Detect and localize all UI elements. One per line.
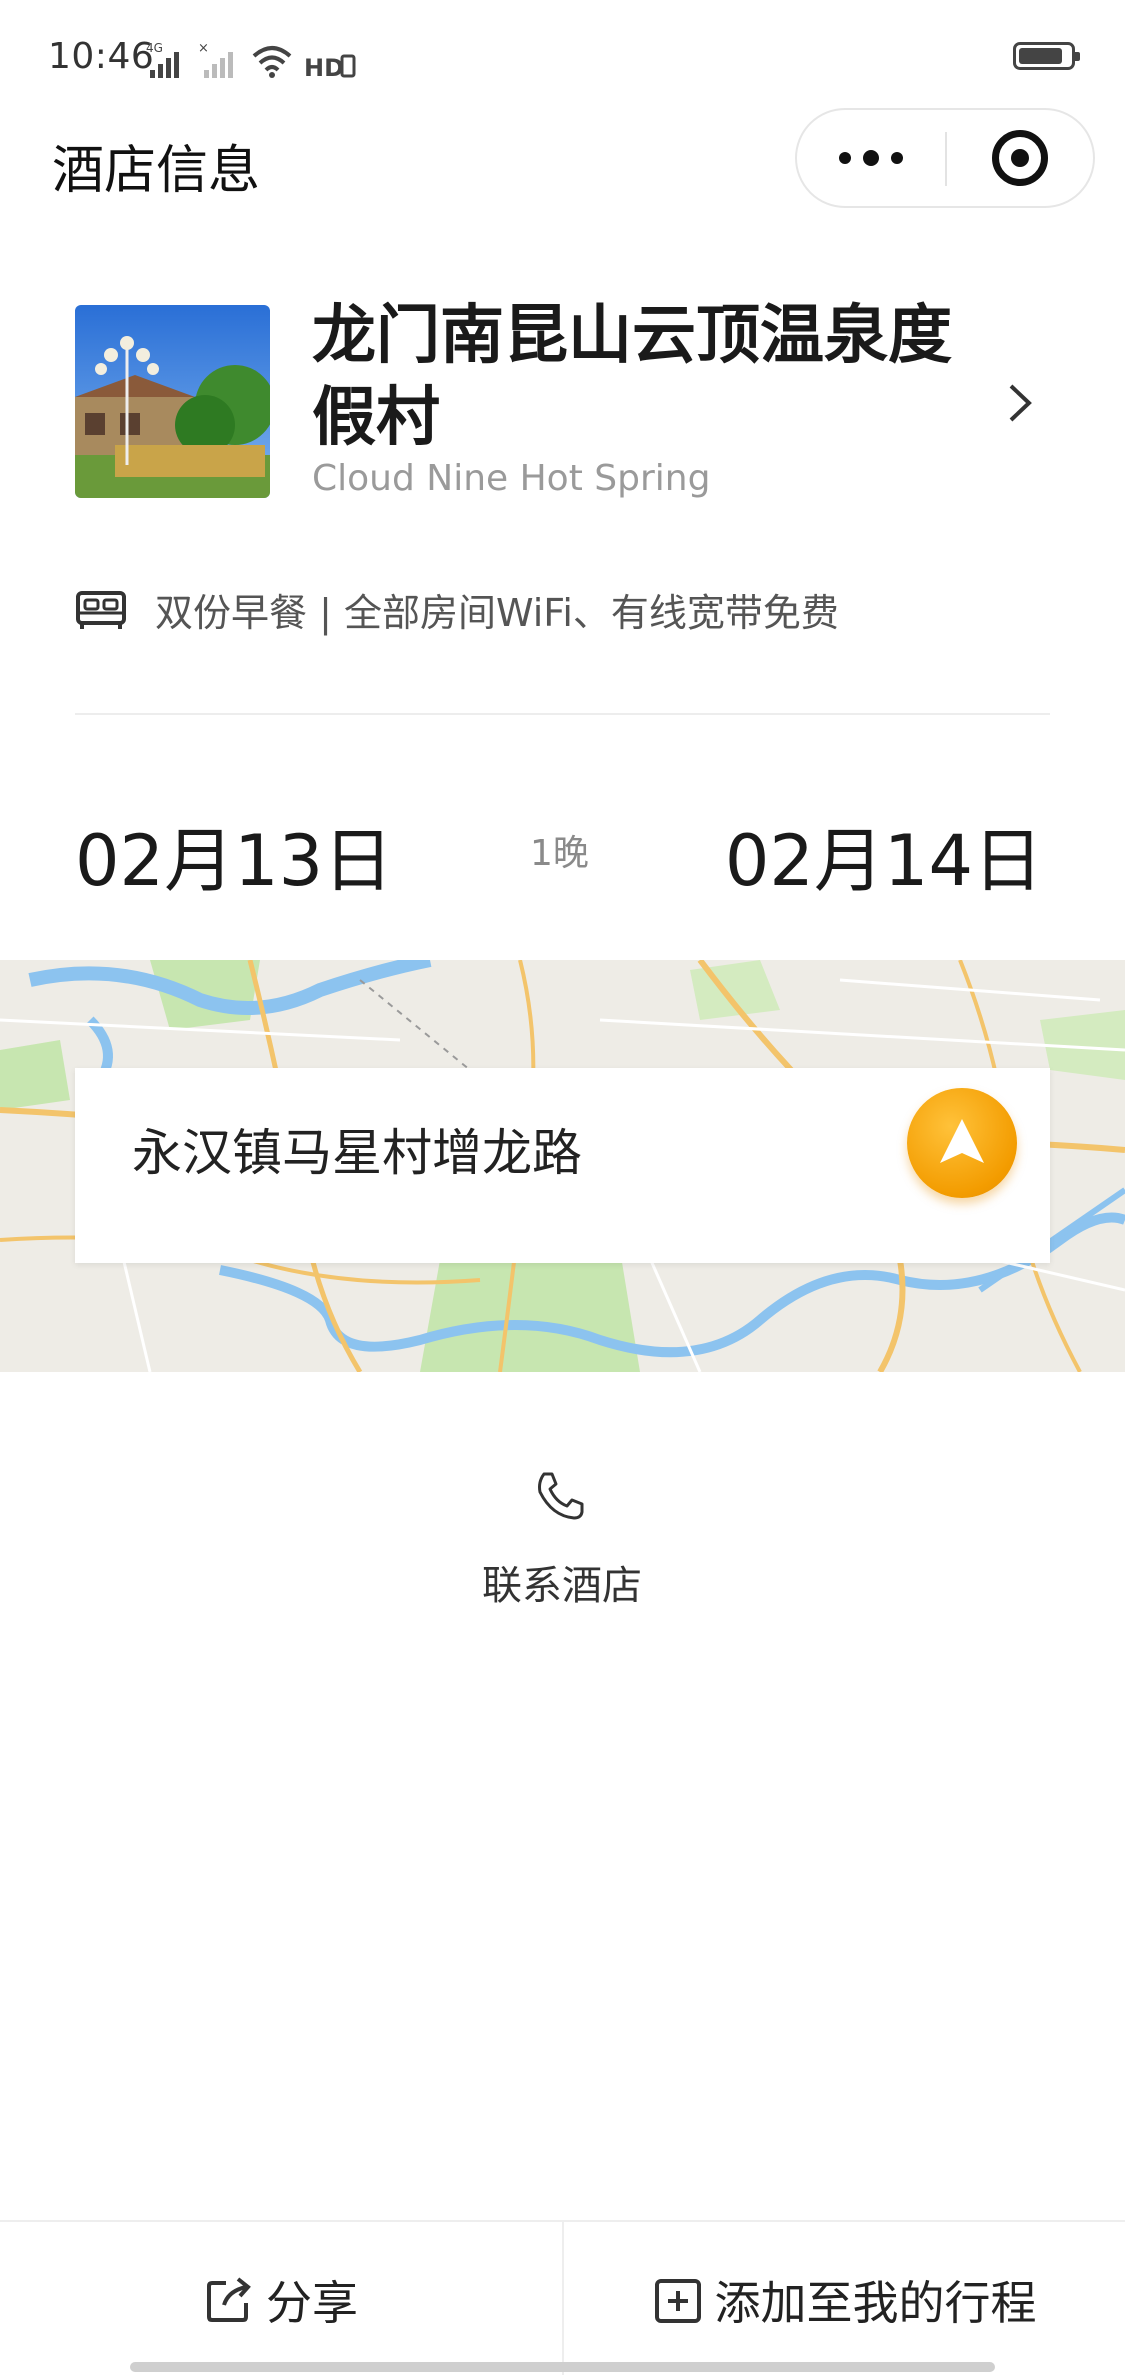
svg-text:×: × — [198, 41, 209, 56]
status-time: 10:46 — [48, 36, 155, 77]
hd-icon: HD — [304, 40, 358, 80]
signal-empty-icon: × — [198, 40, 240, 80]
wifi-icon — [250, 40, 294, 80]
location-map[interactable]: 永汉镇马星村增龙路 — [0, 960, 1125, 1372]
check-in-date: 02月13日 — [75, 820, 394, 902]
check-out-date: 02月14日 — [724, 820, 1043, 902]
home-indicator[interactable] — [130, 2362, 995, 2372]
add-to-itinerary-label: 添加至我的行程 — [714, 2275, 1037, 2330]
contact-hotel-button[interactable]: 联系酒店 — [462, 1468, 662, 1609]
page-title: 酒店信息 — [52, 141, 261, 201]
navigation-arrow-icon — [940, 1119, 984, 1163]
more-dot-icon — [839, 152, 851, 164]
add-square-icon — [653, 2275, 703, 2325]
battery-icon — [1013, 42, 1080, 70]
share-button[interactable]: 分享 — [0, 2222, 562, 2375]
section-divider — [75, 713, 1050, 715]
close-mini-program-button[interactable] — [947, 110, 1093, 206]
nights-count: 1晚 — [530, 833, 589, 874]
chevron-right-icon[interactable] — [1005, 378, 1037, 428]
status-icons: 4G × HD — [146, 36, 358, 80]
address-card[interactable]: 永汉镇马星村增龙路 — [75, 1068, 1050, 1263]
target-icon — [992, 130, 1048, 186]
hotel-name[interactable]: 龙门南昆山云顶温泉度假村 — [312, 295, 992, 459]
hotel-photo[interactable] — [75, 305, 270, 498]
hotel-address: 永汉镇马星村增龙路 — [132, 1124, 582, 1182]
hotel-info-page: 10:46 4G × HD 酒店信息 龙门南昆山云顶温泉度假村 Cloud Ni… — [0, 0, 1125, 2375]
battery-level — [1019, 48, 1062, 64]
amenity-summary: 双份早餐 | 全部房间WiFi、有线宽带免费 — [155, 591, 839, 635]
hotel-name-english: Cloud Nine Hot Spring — [312, 458, 711, 499]
mini-program-capsule — [795, 108, 1095, 208]
add-to-itinerary-button[interactable]: 添加至我的行程 — [564, 2222, 1125, 2375]
phone-icon — [532, 1468, 588, 1524]
bottom-action-bar: 分享 添加至我的行程 — [0, 2220, 1125, 2375]
share-icon — [204, 2275, 254, 2325]
svg-text:HD: HD — [304, 54, 344, 80]
more-options-button[interactable] — [797, 110, 945, 206]
bed-icon — [75, 587, 127, 631]
navigate-button[interactable] — [907, 1088, 1017, 1198]
share-label: 分享 — [266, 2275, 358, 2330]
signal-4g-icon: 4G — [146, 40, 188, 80]
svg-text:4G: 4G — [146, 41, 163, 55]
contact-hotel-label: 联系酒店 — [482, 1563, 642, 1609]
more-dot-icon — [863, 150, 879, 166]
more-dot-icon — [891, 152, 903, 164]
status-bar: 10:46 4G × HD — [0, 0, 1125, 110]
